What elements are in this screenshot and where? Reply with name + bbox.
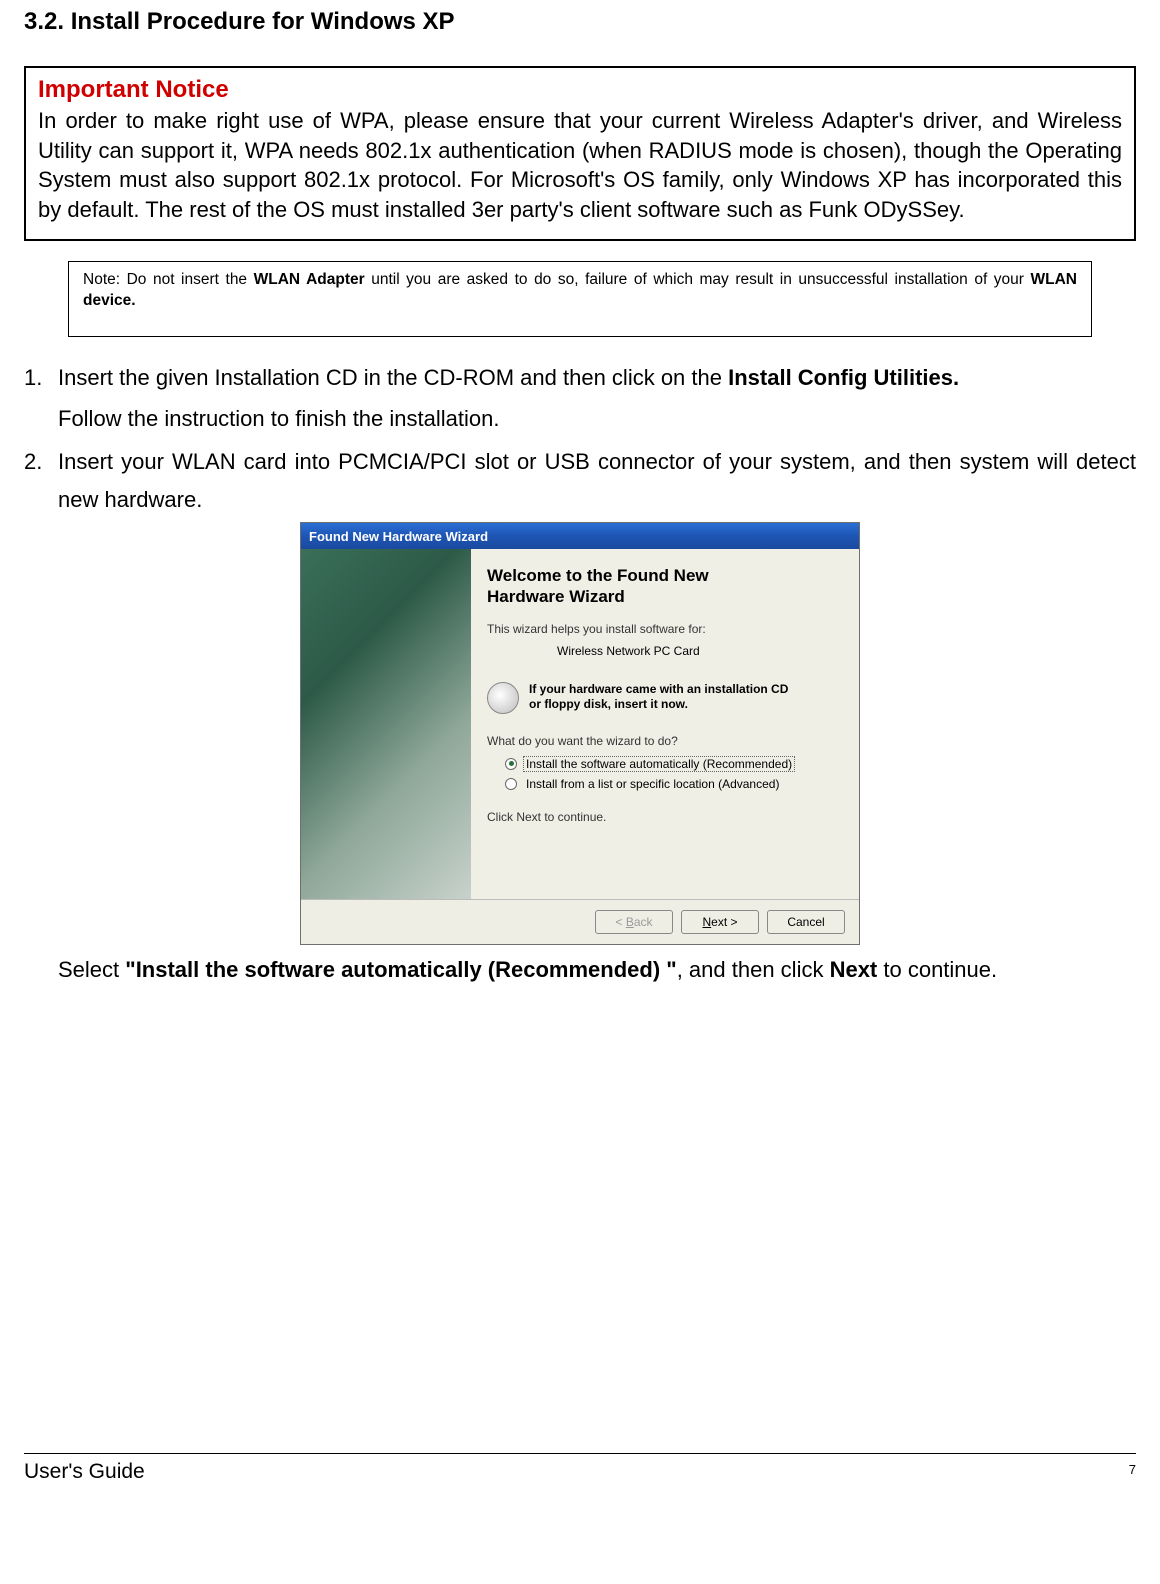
wizard-device-name: Wireless Network PC Card [557,644,841,658]
wizard-question: What do you want the wizard to do? [487,734,841,748]
cancel-button[interactable]: Cancel [767,910,845,934]
cd-icon [487,682,519,714]
wizard-cd-text: If your hardware came with an installati… [529,682,788,713]
step-1-text: Insert the given Installation CD in the … [58,359,1136,396]
back-button-label: < Back [615,915,652,929]
step-1-follow: Follow the instruction to finish the ins… [58,400,1136,437]
wizard-main-panel: Welcome to the Found New Hardware Wizard… [471,549,859,899]
footer-guide-label: User's Guide [24,1460,145,1484]
wizard-cd-line1: If your hardware came with an installati… [529,682,788,696]
radio-icon [505,778,517,790]
steps-list: 1. Insert the given Installation CD in t… [24,359,1136,519]
step-2: 2. Insert your WLAN card into PCMCIA/PCI… [24,443,1136,518]
wizard-heading-l2: Hardware Wizard [487,587,625,606]
wizard-side-image [301,549,471,899]
step-2-number: 2. [24,443,58,518]
wizard-radio-group: Install the software automatically (Reco… [505,756,841,792]
wizard-radio-label-auto: Install the software automatically (Reco… [523,756,795,772]
radio-icon [505,758,517,770]
wizard-body: Welcome to the Found New Hardware Wizard… [301,549,859,899]
important-notice-box: Important Notice In order to make right … [24,66,1136,241]
post-a: Select [58,957,125,982]
step-1-part-a: Insert the given Installation CD in the … [58,365,728,390]
important-notice-body: In order to make right use of WPA, pleas… [38,106,1122,225]
wizard-radio-label-specific: Install from a list or specific location… [523,776,782,792]
footer-rule [24,1453,1136,1454]
wizard-dialog: Found New Hardware Wizard Welcome to the… [300,522,860,945]
post-c: , and then click [677,957,830,982]
back-button: < Back [595,910,673,934]
note-text-mid: until you are asked to do so, failure of… [371,271,1030,288]
wizard-click-next-text: Click Next to continue. [487,810,841,824]
wizard-radio-option-specific[interactable]: Install from a list or specific location… [505,776,841,792]
section-heading: 3.2. Install Procedure for Windows XP [24,8,1136,36]
next-button[interactable]: Next > [681,910,759,934]
note-box: Note: Do not insert the WLAN Adapter unt… [68,261,1092,337]
wizard-titlebar: Found New Hardware Wizard [301,523,859,549]
step-1-number: 1. [24,359,58,396]
step-1-bold: Install Config Utilities. [728,365,959,390]
wizard-cd-hint: If your hardware came with an installati… [487,682,841,714]
post-d: Next [830,957,878,982]
wizard-button-row: < Back Next > Cancel [301,899,859,944]
wizard-radio-option-auto[interactable]: Install the software automatically (Reco… [505,756,841,772]
note-text-prefix: Note: Do not insert the [83,271,254,288]
step-1: 1. Insert the given Installation CD in t… [24,359,1136,396]
important-notice-title: Important Notice [38,76,1122,104]
footer-page-number: 7 [1129,1462,1136,1484]
cancel-button-label: Cancel [787,915,824,929]
step-2-text: Insert your WLAN card into PCMCIA/PCI sl… [58,443,1136,518]
post-screenshot-instruction: Select "Install the software automatical… [58,957,1136,983]
post-e: to continue. [877,957,997,982]
note-text-bold1: WLAN Adapter [254,271,365,288]
wizard-cd-line2: or floppy disk, insert it now. [529,697,688,711]
post-b: "Install the software automatically (Rec… [125,957,676,982]
wizard-heading: Welcome to the Found New Hardware Wizard [487,565,841,608]
page-footer: User's Guide 7 [24,1453,1136,1498]
next-button-label: Next > [702,915,737,929]
wizard-helps-text: This wizard helps you install software f… [487,622,841,636]
wizard-screenshot: Found New Hardware Wizard Welcome to the… [24,522,1136,945]
wizard-heading-l1: Welcome to the Found New [487,566,709,585]
